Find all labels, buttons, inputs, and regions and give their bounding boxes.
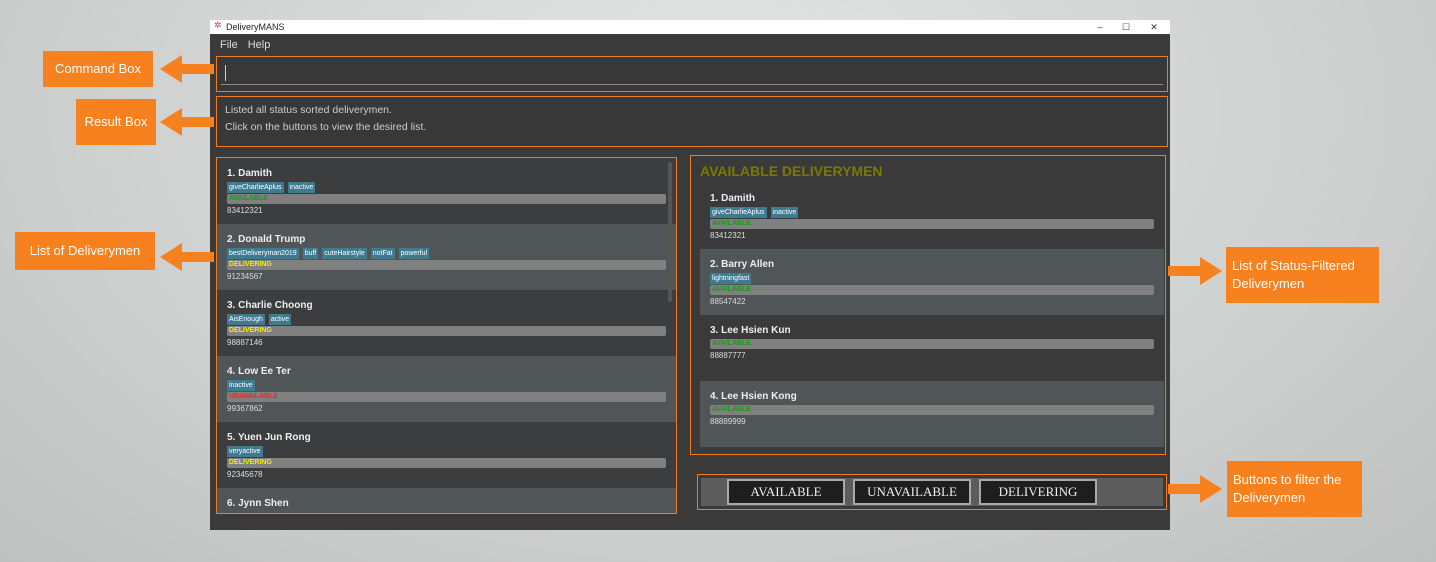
phone-number: 83412321 xyxy=(227,206,263,215)
tag: powerful xyxy=(398,248,430,259)
menu-file[interactable]: File xyxy=(220,39,238,51)
status-badge: AVAILABLE xyxy=(710,339,1154,349)
arrow-shaft xyxy=(180,64,214,74)
deliveryman-name: 2. Barry Allen xyxy=(710,259,775,270)
tag-list: veryactive xyxy=(227,446,666,457)
deliveryman-name: 2. Donald Trump xyxy=(227,234,306,245)
tag: notFat xyxy=(370,248,395,259)
tag-list: bestDeliveryman2019 buff cuteHairstyle notF… xyxy=(227,248,666,259)
deliveryman-card[interactable]: 3. Charlie Choong AisEnough active DELIVERI… xyxy=(217,290,676,356)
filtered-deliverymen-list[interactable]: 1. Damith giveCharlieAplus inactive AVAILAB… xyxy=(700,183,1164,447)
tag-list: giveCharlieAplus inactive xyxy=(227,182,666,193)
unavailable-button[interactable]: UNAVAILABLE xyxy=(853,479,971,505)
filtered-list-title: AVAILABLE DELIVERYMEN xyxy=(700,163,883,179)
status-badge: DELIVERING xyxy=(227,260,666,270)
tag: veryactive xyxy=(227,446,263,457)
deliveryman-name: 1. Damith xyxy=(710,193,756,204)
phone-number: 91234567 xyxy=(227,272,263,281)
close-button[interactable]: ✕ xyxy=(1144,20,1164,34)
status-badge: DELIVERING xyxy=(227,458,666,468)
arrow-left-icon xyxy=(160,55,182,83)
deliveryman-name: 4. Lee Hsien Kong xyxy=(710,391,797,402)
status-badge: AVAILABLE xyxy=(227,194,666,204)
deliveryman-name: 6. Jynn Shen xyxy=(227,498,289,509)
status-badge: DELIVERING xyxy=(227,326,666,336)
phone-number: 88887777 xyxy=(710,351,746,360)
tag: giveCharlieAplus xyxy=(227,182,284,193)
callout-buttons: Buttons to filter the Deliverymen xyxy=(1227,461,1362,517)
minimize-button[interactable]: – xyxy=(1090,20,1110,34)
tag-list: lightningfast xyxy=(710,273,1154,284)
command-input-underline xyxy=(221,84,1163,85)
scrollbar[interactable] xyxy=(668,162,672,302)
deliveryman-name: 1. Damith xyxy=(227,168,273,179)
status-badge: UNAVAILABLE xyxy=(227,392,666,402)
delivering-button[interactable]: DELIVERING xyxy=(979,479,1097,505)
deliveryman-name: 3. Charlie Choong xyxy=(227,300,313,311)
deliveryman-card[interactable]: 2. Donald Trump bestDeliveryman2019 buff cu… xyxy=(217,224,676,290)
deliveryman-name: 5. Yuen Jun Rong xyxy=(227,432,311,443)
callout-filtered-list: List of Status-Filtered Deliverymen xyxy=(1226,247,1379,303)
deliveryman-card[interactable]: 2. Barry Allen lightningfast AVAILABLE 8854… xyxy=(700,249,1164,315)
phone-number: 98887146 xyxy=(227,338,263,347)
tag: inactive xyxy=(770,207,799,218)
menu-bar: File Help xyxy=(210,34,1170,56)
tag: inactive xyxy=(227,380,255,391)
tag: lightningfast xyxy=(710,273,752,284)
arrow-right-icon xyxy=(1200,257,1222,285)
available-button[interactable]: AVAILABLE xyxy=(727,479,845,505)
status-badge: AVAILABLE xyxy=(710,405,1154,415)
arrow-shaft xyxy=(1168,484,1204,494)
callout-command-box: Command Box xyxy=(43,51,153,87)
app-logo-icon: ✲ xyxy=(214,20,222,30)
tag: inactive xyxy=(287,182,316,193)
arrow-shaft xyxy=(180,252,214,262)
arrow-right-icon xyxy=(1200,475,1222,503)
deliveryman-card[interactable]: 6. Jynn Shen xyxy=(217,488,676,513)
tag-list: AisEnough active xyxy=(227,314,666,325)
app-window: ✲ DeliveryMANS – ☐ ✕ File Help Listed al… xyxy=(210,20,1170,530)
phone-number: 99367862 xyxy=(227,404,263,413)
phone-number: 92345678 xyxy=(227,470,263,479)
phone-number: 88889999 xyxy=(710,417,746,426)
deliveryman-name: 3. Lee Hsien Kun xyxy=(710,325,791,336)
callout-list: List of Deliverymen xyxy=(15,232,155,270)
deliveryman-card[interactable]: 4. Lee Hsien Kong AVAILABLE 88889999 xyxy=(700,381,1164,447)
tag: giveCharlieAplus xyxy=(710,207,767,218)
status-badge: AVAILABLE xyxy=(710,285,1154,295)
text-caret xyxy=(225,65,226,81)
deliveryman-card[interactable]: 3. Lee Hsien Kun AVAILABLE 88887777 xyxy=(700,315,1164,381)
command-box[interactable] xyxy=(216,56,1168,92)
status-badge: AVAILABLE xyxy=(710,219,1154,229)
result-box: Listed all status sorted deliverymen. Cl… xyxy=(216,96,1168,147)
deliverymen-list[interactable]: 1. Damith giveCharlieAplus inactive AVAILAB… xyxy=(216,157,677,514)
arrow-shaft xyxy=(1168,266,1204,276)
tag: bestDeliveryman2019 xyxy=(227,248,299,259)
deliveryman-card[interactable]: 5. Yuen Jun Rong veryactive DELIVERING 9234… xyxy=(217,422,676,488)
status-filtered-panel: AVAILABLE DELIVERYMEN 1. Damith giveCharl… xyxy=(690,155,1166,455)
menu-help[interactable]: Help xyxy=(248,39,271,51)
tag: AisEnough xyxy=(227,314,265,325)
phone-number: 83412321 xyxy=(710,231,746,240)
arrow-shaft xyxy=(180,117,214,127)
deliveryman-name: 4. Low Ee Ter xyxy=(227,366,291,377)
tag: active xyxy=(268,314,292,325)
result-line: Listed all status sorted deliverymen. xyxy=(225,104,392,116)
maximize-button[interactable]: ☐ xyxy=(1116,20,1136,34)
title-bar: ✲ DeliveryMANS – ☐ ✕ xyxy=(210,20,1170,34)
result-line: Click on the buttons to view the desired… xyxy=(225,121,427,133)
window-title: DeliveryMANS xyxy=(226,22,285,32)
tag: buff xyxy=(302,248,319,259)
deliveryman-card[interactable]: 1. Damith giveCharlieAplus inactive AVAILAB… xyxy=(217,158,676,224)
deliveryman-card[interactable]: 4. Low Ee Ter inactive UNAVAILABLE 99367862 xyxy=(217,356,676,422)
filter-button-panel: AVAILABLE UNAVAILABLE DELIVERING xyxy=(697,474,1167,510)
tag-list: inactive xyxy=(227,380,666,391)
arrow-left-icon xyxy=(160,243,182,271)
arrow-left-icon xyxy=(160,108,182,136)
tag: cuteHairstyle xyxy=(322,248,367,259)
tag-list: giveCharlieAplus inactive xyxy=(710,207,1154,218)
deliveryman-card[interactable]: 1. Damith giveCharlieAplus inactive AVAILAB… xyxy=(700,183,1164,249)
phone-number: 88547422 xyxy=(710,297,746,306)
callout-result-box: Result Box xyxy=(76,99,156,145)
